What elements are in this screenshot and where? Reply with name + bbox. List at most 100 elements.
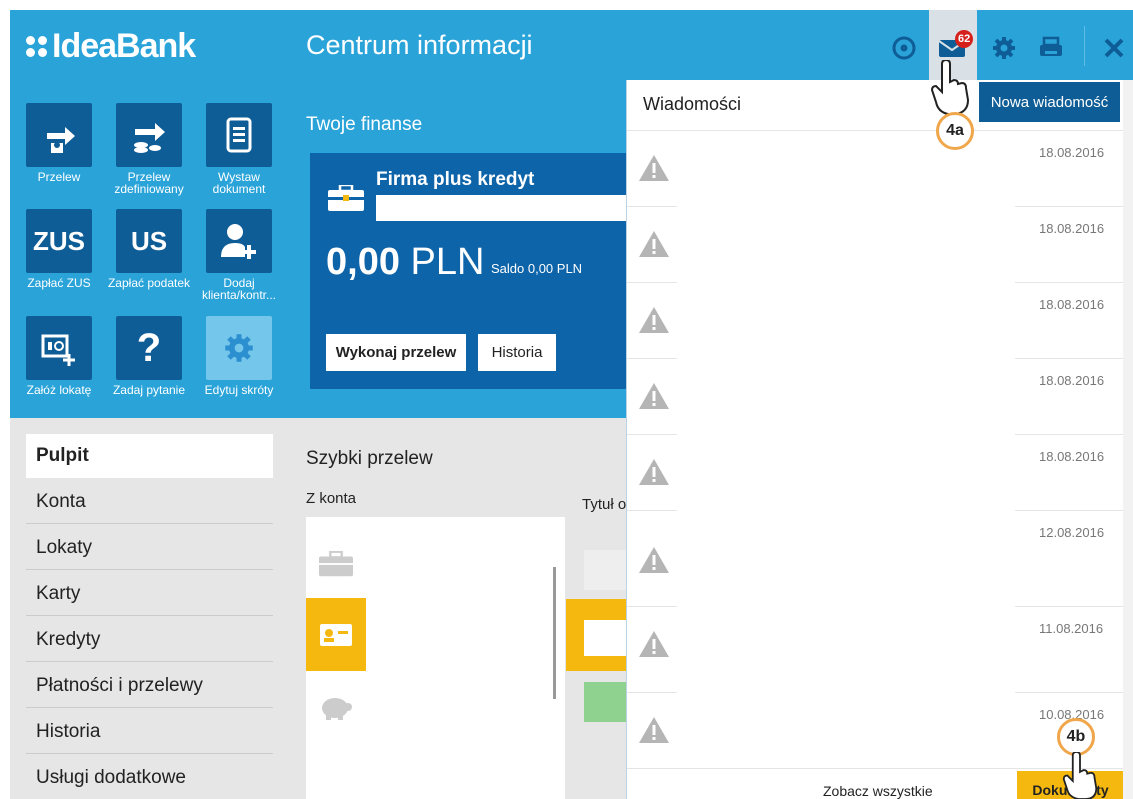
see-all-link[interactable]: Zobacz wszystkie (823, 783, 933, 799)
message-item[interactable]: 18.08.2016 (627, 358, 1124, 434)
message-item[interactable]: 18.08.2016 (627, 282, 1124, 358)
message-date: 18.08.2016 (1039, 449, 1105, 464)
shortcut-label: Załóż lokatę (26, 383, 92, 397)
row-divider-gap (677, 606, 1015, 607)
saldo-text: Saldo 0,00 PLN (491, 261, 583, 276)
shortcut-label: Zapłać ZUS (27, 276, 91, 290)
close-icon[interactable] (1090, 10, 1133, 85)
shortcut-pay-tax[interactable]: US Zapłać podatek (104, 209, 194, 289)
menu-item-cards[interactable]: Karty (26, 572, 273, 616)
warning-icon (639, 717, 669, 743)
piggy-bank-icon[interactable] (306, 671, 366, 744)
row-divider-gap (677, 358, 1015, 359)
help-circle-icon[interactable] (880, 10, 928, 85)
shortcut-label: Przelew (37, 170, 81, 184)
make-transfer-button[interactable]: Wykonaj przelew (326, 334, 466, 371)
document-icon (206, 103, 272, 167)
menu-item-history[interactable]: Historia (26, 710, 273, 754)
warning-icon (639, 547, 669, 573)
gear-icon[interactable] (980, 10, 1028, 85)
transfer-icon (26, 103, 92, 167)
row-divider-gap (677, 434, 1015, 435)
warning-icon (639, 231, 669, 257)
confirm-button[interactable] (584, 682, 628, 722)
logo-text: IdeaBank (52, 26, 196, 65)
account-selector[interactable] (306, 517, 565, 799)
menu-item-accounts[interactable]: Konta (26, 480, 273, 524)
transfer-title-label: Tytuł o (582, 496, 627, 513)
unread-count-badge: 62 (955, 30, 974, 48)
briefcase-icon[interactable] (306, 527, 366, 600)
message-date: 18.08.2016 (1039, 373, 1105, 388)
shortcut-label: Edytuj skróty (204, 383, 274, 397)
shortcut-edit-shortcuts[interactable]: Edytuj skróty (194, 316, 284, 396)
zus-icon: ZUS (26, 209, 92, 273)
pointing-hand-icon (1062, 752, 1098, 799)
print-icon[interactable] (1027, 10, 1075, 85)
warning-icon (639, 383, 669, 409)
shortcut-ask-question[interactable]: ? Zadaj pytanie (104, 316, 194, 396)
shortcut-transfer[interactable]: Przelew (14, 103, 104, 183)
question-icon: ? (116, 316, 182, 380)
shortcut-pay-zus[interactable]: ZUS Zapłać ZUS (14, 209, 104, 289)
message-date: 12.08.2016 (1039, 525, 1105, 540)
history-button[interactable]: Historia (478, 334, 556, 371)
warning-icon (639, 459, 669, 485)
row-divider-gap (677, 206, 1015, 207)
menu-item-dashboard[interactable]: Pulpit (26, 434, 273, 478)
menu-item-deposits[interactable]: Lokaty (26, 526, 273, 570)
logo[interactable]: IdeaBank (26, 26, 196, 66)
message-item[interactable]: 10.08.2016 (627, 692, 1124, 768)
step-marker-4a: 4a (936, 112, 974, 150)
deposit-icon (26, 316, 92, 380)
message-item[interactable]: 12.08.2016 (627, 510, 1124, 606)
input-field[interactable] (584, 620, 628, 656)
menu-item-payments[interactable]: Płatności i przelewy (26, 664, 273, 708)
messages-title: Wiadomości (643, 94, 742, 114)
message-date: 18.08.2016 (1039, 145, 1105, 160)
new-message-button[interactable]: Nowa wiadomość (979, 82, 1120, 122)
defined-transfer-icon (116, 103, 182, 167)
page-title: Centrum informacji (306, 30, 533, 60)
briefcase-icon (328, 185, 364, 211)
app-frame: IdeaBank Centrum informacji 62 Przelew P… (10, 10, 1133, 799)
pointing-hand-icon (930, 60, 970, 115)
id-card-icon[interactable] (306, 598, 366, 671)
balance-amount: 0,00 PLN (326, 241, 484, 284)
shortcut-issue-document[interactable]: Wystaw dokument (194, 103, 284, 195)
message-date: 18.08.2016 (1039, 221, 1105, 236)
shortcut-label: Zadaj pytanie (112, 383, 186, 397)
logo-dots-icon (26, 35, 47, 57)
shortcut-label: Przelew zdefiniowany (114, 170, 184, 196)
add-client-icon (206, 209, 272, 273)
message-item[interactable]: 11.08.2016 (627, 606, 1124, 682)
menu-item-loans[interactable]: Kredyty (26, 618, 273, 662)
message-item[interactable]: 18.08.2016 (627, 434, 1124, 510)
account-card[interactable]: Firma plus kredyt 0,00 PLN Saldo 0,00 PL… (310, 153, 640, 389)
messages-footer: Zobacz wszystkie Dokumenty (627, 768, 1124, 799)
shortcut-defined-transfer[interactable]: Przelew zdefiniowany (104, 103, 194, 195)
shortcut-add-client[interactable]: Dodaj klienta/kontr... (194, 209, 284, 301)
warning-icon (639, 631, 669, 657)
menu-item-extra-services[interactable]: Usługi dodatkowe (26, 756, 273, 799)
input-field[interactable] (584, 550, 628, 590)
shortcut-open-deposit[interactable]: Załóż lokatę (14, 316, 104, 396)
shortcut-label: Wystaw dokument (212, 170, 266, 196)
from-account-label: Z konta (306, 490, 357, 507)
message-item[interactable]: 18.08.2016 (627, 206, 1124, 282)
message-item[interactable]: 18.08.2016 (627, 130, 1124, 206)
panel-scroll-edge (1123, 80, 1133, 799)
shortcut-label: Zapłać podatek (107, 276, 191, 290)
account-number-field (376, 195, 640, 221)
shortcut-label: Dodaj klienta/kontr... (201, 276, 277, 302)
messages-dropdown: Wiadomości Nowa wiadomość 18.08.2016 18.… (626, 80, 1124, 799)
message-date: 11.08.2016 (1039, 621, 1104, 636)
header-separator (1084, 26, 1085, 66)
step-marker-4b: 4b (1057, 718, 1095, 756)
balance-value: 0,00 (326, 241, 400, 283)
row-divider-gap (677, 282, 1015, 283)
row-divider-gap (677, 510, 1015, 511)
gear-icon (206, 316, 272, 380)
row-divider-gap (677, 692, 1015, 693)
scrollbar[interactable] (553, 567, 556, 699)
